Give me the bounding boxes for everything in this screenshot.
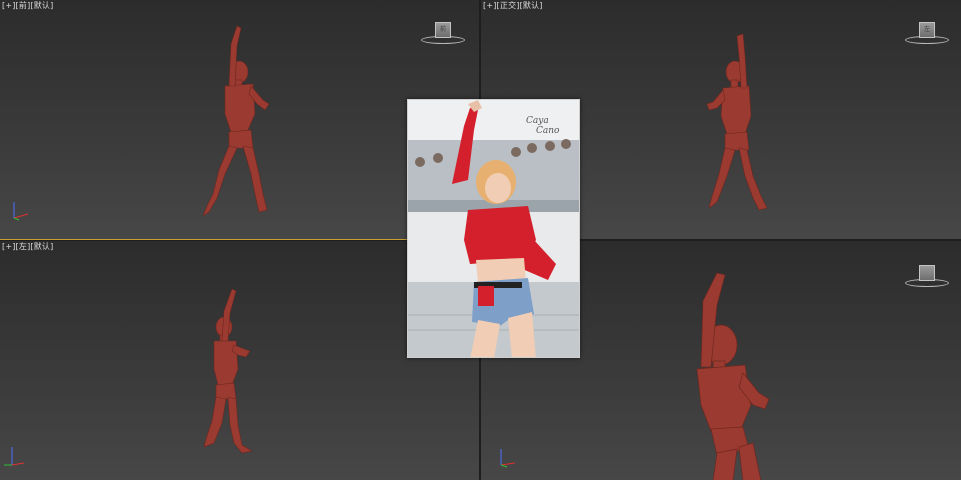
mannequin-figure[interactable] bbox=[677, 269, 797, 480]
reference-photo-image bbox=[408, 100, 579, 357]
viewcube-icon[interactable]: 前 bbox=[421, 20, 465, 48]
viewport-label[interactable]: [+][左][默认] bbox=[2, 241, 53, 252]
viewcube-face[interactable] bbox=[919, 265, 935, 281]
axis-gizmo-icon bbox=[4, 447, 25, 466]
reference-photo[interactable]: Caya Cano bbox=[407, 99, 580, 358]
mannequin-figure[interactable] bbox=[198, 287, 262, 459]
viewport-label[interactable]: [+][前][默认] bbox=[2, 0, 53, 11]
photo-watermark: Caya Cano bbox=[526, 116, 560, 136]
viewcube-icon[interactable] bbox=[905, 263, 949, 291]
viewport-label[interactable]: [+][正交][默认] bbox=[483, 0, 543, 11]
axis-gizmo-icon bbox=[500, 449, 516, 468]
viewcube-face[interactable]: 左 bbox=[919, 22, 935, 38]
axis-gizmo-icon bbox=[13, 202, 29, 221]
viewcube-icon[interactable]: 左 bbox=[905, 20, 949, 48]
mannequin-figure[interactable] bbox=[195, 24, 285, 220]
mannequin-figure[interactable] bbox=[701, 32, 781, 214]
viewcube-face[interactable]: 前 bbox=[435, 22, 451, 38]
